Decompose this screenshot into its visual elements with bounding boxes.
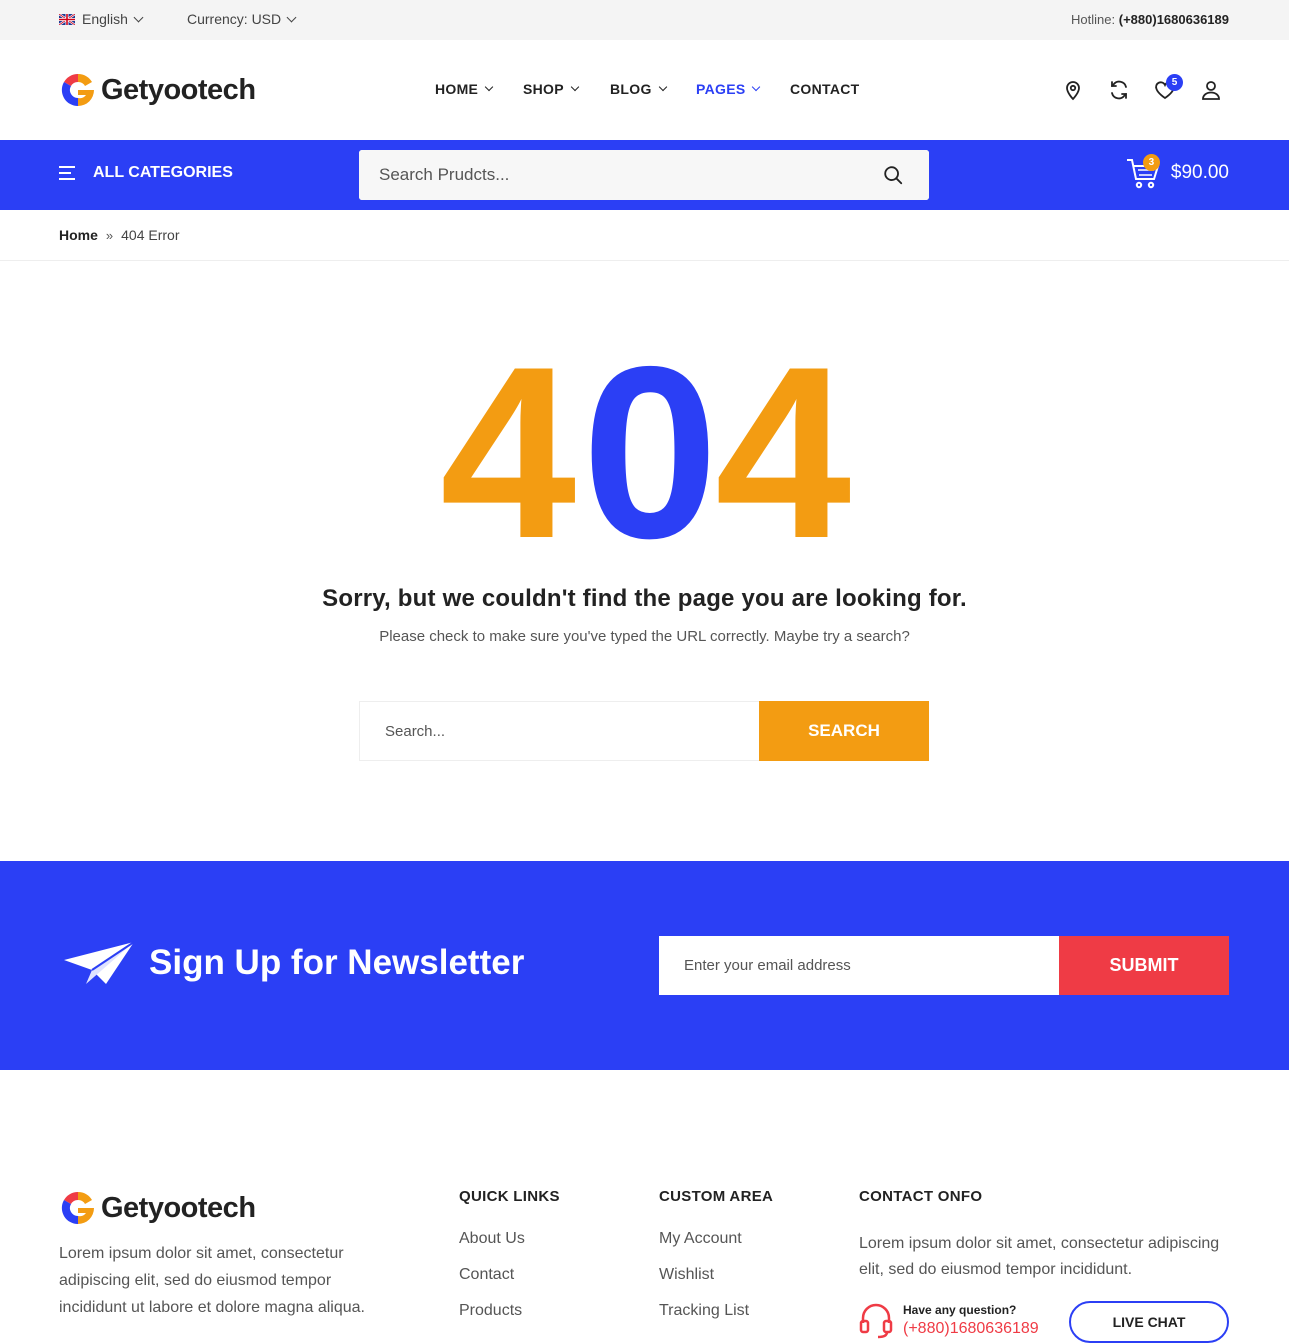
currency-label: Currency: USD (187, 11, 282, 27)
uk-flag-icon (59, 13, 75, 25)
all-categories-label: ALL CATEGORIES (93, 164, 233, 181)
newsletter-email-input[interactable] (659, 936, 1059, 995)
newsletter-section: Sign Up for Newsletter SUBMIT (0, 861, 1289, 1070)
breadcrumb-current: 404 Error (121, 227, 180, 243)
nav-pages[interactable]: PAGES (696, 81, 761, 97)
brand-name: Getyootech (101, 1191, 256, 1224)
live-chat-button[interactable]: LIVE CHAT (1069, 1301, 1229, 1343)
currency-selector[interactable]: Currency: USD (187, 11, 297, 27)
chevron-down-icon (484, 82, 494, 92)
headset-icon (859, 1303, 893, 1339)
footer-link-wishlist[interactable]: Wishlist (659, 1265, 773, 1301)
footer-quick-links: QUICK LINKS About Us Contact Products (459, 1188, 560, 1337)
cart-count-badge: 3 (1142, 154, 1160, 171)
breadcrumb-home[interactable]: Home (59, 227, 98, 243)
chevron-down-icon (286, 12, 297, 22)
contact-phone[interactable]: (+880)1680636189 (903, 1320, 1039, 1338)
footer-link-products[interactable]: Products (459, 1301, 560, 1337)
chevron-down-icon (570, 82, 580, 92)
contact-info-text: Lorem ipsum dolor sit amet, consectetur … (859, 1235, 1220, 1278)
location-pin-icon[interactable] (1061, 78, 1085, 102)
error-digit-left: 4 (440, 340, 576, 550)
product-search-input[interactable] (359, 150, 859, 200)
divider (0, 260, 1289, 261)
question-label: Have any question? (903, 1302, 1017, 1317)
product-search (359, 150, 929, 200)
menu-icon (59, 166, 75, 180)
breadcrumb: Home » 404 Error (59, 227, 180, 243)
all-categories-button[interactable]: ALL CATEGORIES (59, 164, 233, 182)
category-search-bar: ALL CATEGORIES 3 $90.00 (0, 140, 1289, 210)
nav-contact[interactable]: CONTACT (790, 81, 860, 97)
footer-contact-info: CONTACT ONFO (859, 1188, 982, 1205)
chevron-down-icon (752, 82, 761, 92)
footer-link-about[interactable]: About Us (459, 1229, 560, 1265)
paper-plane-icon (64, 941, 135, 984)
footer-description: Lorem ipsum dolor sit amet, consectetur … (59, 1245, 365, 1316)
search-icon (884, 166, 903, 185)
nav-label: CONTACT (790, 81, 860, 97)
language-label: English (82, 11, 128, 27)
footer-link-my-account[interactable]: My Account (659, 1229, 773, 1265)
nav-label: HOME (435, 81, 479, 97)
nav-blog[interactable]: BLOG (610, 81, 667, 97)
error-search-input[interactable] (360, 702, 760, 760)
logo-icon (61, 1191, 94, 1225)
footer-link-contact[interactable]: Contact (459, 1265, 560, 1301)
error-digit-middle: 0 (582, 340, 718, 550)
nav-label: SHOP (523, 81, 564, 97)
nav-label: PAGES (696, 81, 746, 97)
error-code-graphic: 4 0 4 (440, 340, 851, 550)
error-search-button[interactable]: SEARCH (759, 701, 929, 761)
top-bar: English Currency: USD Hotline: (+880)168… (0, 0, 1289, 40)
newsletter-submit-button[interactable]: SUBMIT (1059, 936, 1229, 995)
error-subtitle: Please check to make sure you've typed t… (379, 628, 910, 645)
user-account-icon[interactable] (1199, 78, 1223, 102)
hotline-label: Hotline: (1071, 12, 1116, 27)
nav-label: BLOG (610, 81, 652, 97)
hotline: Hotline: (+880)1680636189 (1071, 12, 1229, 27)
footer-link-tracking[interactable]: Tracking List (659, 1301, 773, 1337)
header: Getyootech HOME SHOP BLOG PAGES CONTACT … (0, 40, 1289, 140)
cart-total: $90.00 (1170, 162, 1229, 183)
error-search-form: SEARCH (359, 701, 929, 761)
newsletter-title: Sign Up for Newsletter (149, 943, 525, 982)
hotline-number[interactable]: (+880)1680636189 (1119, 12, 1229, 27)
logo-icon (61, 73, 94, 107)
wishlist-count-badge: 5 (1166, 74, 1183, 91)
compare-icon[interactable] (1107, 78, 1131, 102)
quick-links-title: QUICK LINKS (459, 1188, 560, 1205)
error-digit-right: 4 (715, 340, 851, 550)
mini-cart[interactable]: 3 $90.00 (1125, 154, 1229, 191)
footer-logo[interactable]: Getyootech (59, 1189, 256, 1227)
nav-shop[interactable]: SHOP (523, 81, 580, 97)
product-search-button[interactable] (857, 150, 929, 200)
chevron-down-icon (133, 12, 144, 22)
language-selector[interactable]: English (59, 11, 144, 27)
chevron-down-icon (658, 82, 667, 92)
contact-info-title: CONTACT ONFO (859, 1188, 983, 1205)
nav-home[interactable]: HOME (435, 81, 494, 97)
custom-area-title: CUSTOM AREA (659, 1188, 774, 1205)
logo[interactable]: Getyootech (59, 71, 256, 109)
cart-icon-wrap: 3 (1125, 154, 1161, 191)
brand-name: Getyootech (101, 73, 256, 106)
error-title: Sorry, but we couldn't find the page you… (322, 585, 967, 612)
contact-question: Have any question? (+880)1680636189 (859, 1301, 1039, 1339)
double-chevron-right-icon: » (105, 227, 114, 243)
footer-custom-area: CUSTOM AREA My Account Wishlist Tracking… (659, 1188, 773, 1337)
